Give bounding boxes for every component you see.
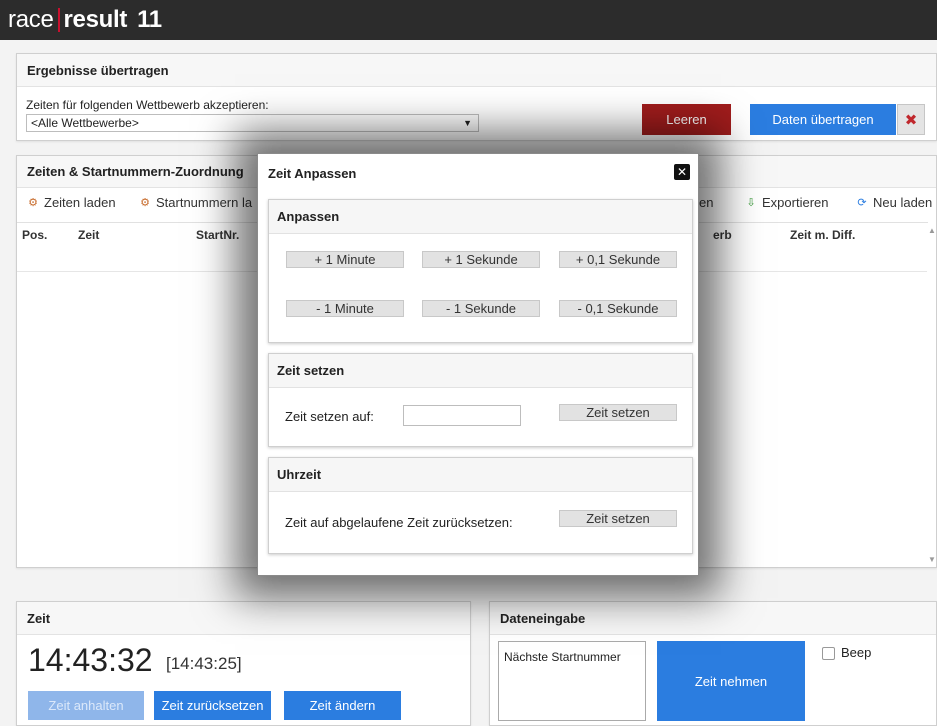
column-time-diff[interactable]: Zeit m. Diff. xyxy=(790,228,855,242)
plug-icon[interactable]: ✖ xyxy=(897,104,925,135)
stop-time-button[interactable]: Zeit anhalten xyxy=(28,691,144,720)
toolbar-partial-label: en xyxy=(699,195,714,210)
reload-button[interactable]: ⟳ Neu laden xyxy=(855,195,932,210)
scroll-down-icon[interactable]: ▼ xyxy=(928,555,936,564)
transfer-panel-title: Ergebnisse übertragen xyxy=(17,54,936,87)
logo-result: result xyxy=(63,6,128,33)
logo-version: 11 xyxy=(137,6,162,33)
load-bibs-button[interactable]: ⚙ Startnummern la xyxy=(138,195,252,210)
transfer-button[interactable]: Daten übertragen xyxy=(750,104,896,135)
column-pos[interactable]: Pos. xyxy=(22,228,47,242)
plus-minute-button[interactable]: + 1 Minute xyxy=(286,251,404,268)
column-contest[interactable]: erb xyxy=(713,228,732,242)
minus-minute-button[interactable]: - 1 Minute xyxy=(286,300,404,317)
chevron-down-icon: ▼ xyxy=(463,118,472,128)
accept-label: Zeiten für folgenden Wettbewerb akzeptie… xyxy=(26,98,269,112)
refresh-icon: ⟳ xyxy=(857,196,867,209)
app-logo: race result 11 xyxy=(8,6,162,34)
logo-race: race xyxy=(8,6,54,33)
reset-time-button[interactable]: Zeit zurücksetzen xyxy=(154,691,271,720)
export-label: Exportieren xyxy=(762,195,829,210)
export-button[interactable]: ⇩ Exportieren xyxy=(744,195,828,210)
dialog-title: Zeit Anpassen xyxy=(268,166,357,181)
load-bibs-label: Startnummern la xyxy=(156,195,253,210)
contest-select-value: <Alle Wettbewerbe> xyxy=(31,116,139,130)
clock-time: 14:43:32 xyxy=(28,642,153,678)
plus-second-button[interactable]: + 1 Sekunde xyxy=(422,251,540,268)
clock-reset-label: Zeit auf abgelaufene Zeit zurücksetzen: xyxy=(285,515,513,530)
next-bib-label: Nächste Startnummer xyxy=(504,650,621,664)
take-time-button[interactable]: Zeit nehmen xyxy=(657,641,805,721)
data-entry-panel-title: Dateneingabe xyxy=(490,602,936,635)
clock-set-time-button[interactable]: Zeit setzen xyxy=(559,510,677,527)
adjust-time-dialog: Zeit Anpassen ✕ Anpassen + 1 Minute + 1 … xyxy=(257,153,699,576)
change-time-button[interactable]: Zeit ändern xyxy=(284,691,401,720)
beep-label: Beep xyxy=(841,645,872,660)
gear-icon: ⚙ xyxy=(28,196,38,209)
adjust-section: Anpassen xyxy=(268,199,693,343)
adjust-section-title: Anpassen xyxy=(269,200,692,234)
load-times-label: Zeiten laden xyxy=(44,195,116,210)
scroll-up-icon[interactable]: ▲ xyxy=(928,226,936,235)
reload-label: Neu laden xyxy=(873,195,933,210)
column-time[interactable]: Zeit xyxy=(78,228,99,242)
export-icon: ⇩ xyxy=(746,196,756,209)
top-bar: race result 11 xyxy=(0,0,937,40)
plus-tenth-button[interactable]: + 0,1 Sekunde xyxy=(559,251,677,268)
set-time-input[interactable] xyxy=(403,405,521,426)
clock-section-title: Uhrzeit xyxy=(269,458,692,492)
gear-icon: ⚙ xyxy=(140,196,150,209)
clock-section: Uhrzeit xyxy=(268,457,693,554)
column-bib[interactable]: StartNr. xyxy=(196,228,239,242)
set-time-label: Zeit setzen auf: xyxy=(285,409,374,424)
clock-panel-title: Zeit xyxy=(17,602,470,635)
set-time-section: Zeit setzen xyxy=(268,353,693,447)
next-bib-field[interactable]: Nächste Startnummer xyxy=(498,641,646,721)
minus-tenth-button[interactable]: - 0,1 Sekunde xyxy=(559,300,677,317)
beep-checkbox[interactable] xyxy=(822,647,835,660)
close-icon[interactable]: ✕ xyxy=(674,164,690,180)
set-time-section-title: Zeit setzen xyxy=(269,354,692,388)
clock-secondary-time: [14:43:25] xyxy=(166,654,242,673)
minus-second-button[interactable]: - 1 Sekunde xyxy=(422,300,540,317)
clear-button[interactable]: Leeren xyxy=(642,104,731,135)
logo-separator xyxy=(57,8,60,32)
contest-select[interactable]: <Alle Wettbewerbe> ▼ xyxy=(26,114,479,132)
toolbar-partial[interactable]: en xyxy=(699,195,713,210)
set-time-button[interactable]: Zeit setzen xyxy=(559,404,677,421)
load-times-button[interactable]: ⚙ Zeiten laden xyxy=(26,195,116,210)
